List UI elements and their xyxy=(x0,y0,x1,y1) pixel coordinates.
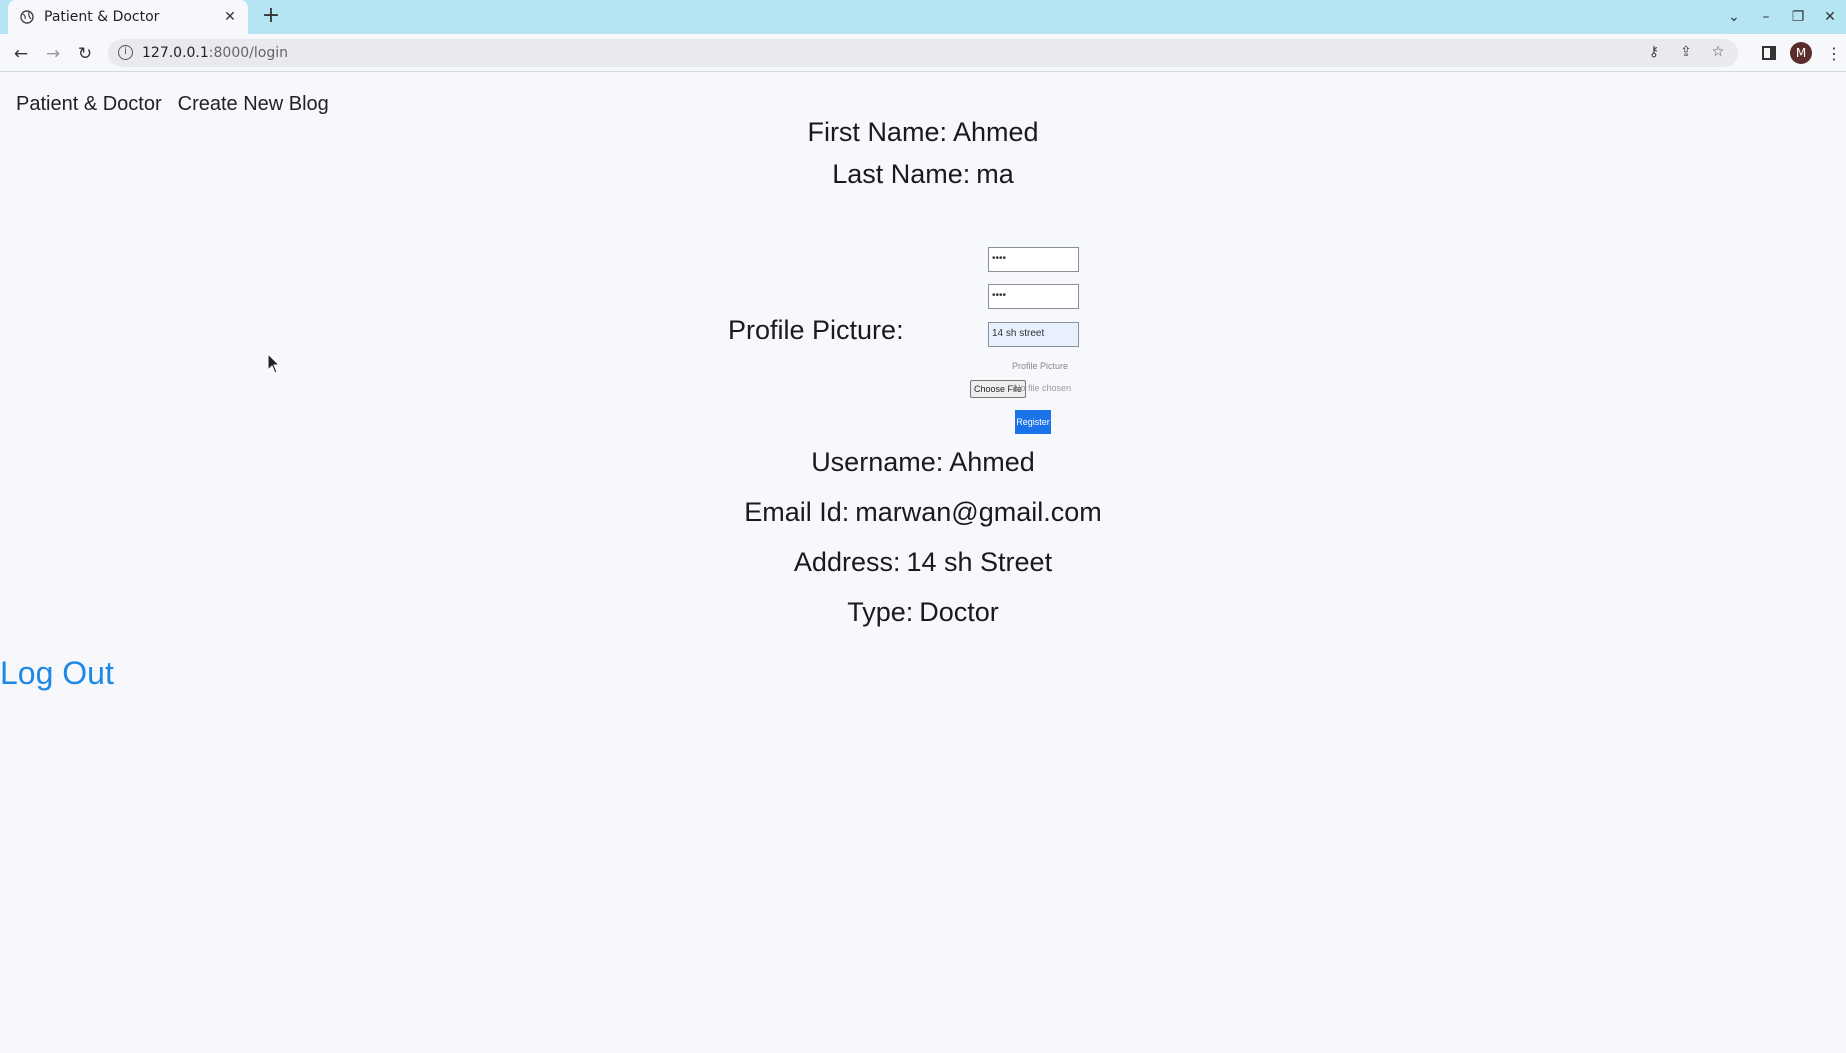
username-value: Ahmed xyxy=(949,447,1035,477)
tab-search-icon[interactable]: ⌄ xyxy=(1718,9,1750,25)
first-name-value: Ahmed xyxy=(952,117,1039,147)
page: Patient & Doctor Create New Blog First N… xyxy=(0,73,1846,1053)
embedded-register-button: Register xyxy=(1015,410,1051,434)
star-icon[interactable]: ☆ xyxy=(1710,44,1726,60)
site-info-icon[interactable]: i xyxy=(118,45,133,60)
minimize-icon[interactable]: – xyxy=(1750,9,1782,25)
last-name-value: ma xyxy=(976,159,1014,189)
type-row: Type: Doctor xyxy=(0,597,1846,628)
profile-picture-label: Profile Picture: xyxy=(728,315,904,345)
username-row: Username: Ahmed xyxy=(0,447,1846,478)
first-name-label: First Name: xyxy=(807,117,947,147)
embedded-picture-caption: Profile Picture xyxy=(1012,361,1069,371)
address-label: Address: xyxy=(793,547,901,577)
window-controls: ⌄ – ❐ ✕ xyxy=(1718,0,1846,34)
type-value: Doctor xyxy=(919,597,999,627)
key-icon[interactable]: ⚷ xyxy=(1646,44,1662,60)
last-name-label: Last Name: xyxy=(832,159,971,189)
embedded-no-file: No file chosen xyxy=(1014,383,1072,393)
restore-icon[interactable]: ❐ xyxy=(1782,9,1814,25)
back-icon[interactable]: ← xyxy=(10,43,32,65)
embedded-field-2: •••• xyxy=(988,284,1079,309)
address-value: 14 sh Street xyxy=(906,547,1053,577)
browser-tab-bar: Patient & Doctor ✕ + ⌄ – ❐ ✕ xyxy=(0,0,1846,34)
last-name-row: Last Name: ma xyxy=(0,159,1846,190)
url-host: 127.0.0.1 xyxy=(142,45,209,61)
url-path: :8000/login xyxy=(208,45,288,61)
new-tab-icon[interactable]: + xyxy=(260,5,282,28)
embedded-address-field: 14 sh street xyxy=(988,322,1079,347)
avatar[interactable]: M xyxy=(1790,42,1812,64)
window-close-icon[interactable]: ✕ xyxy=(1814,9,1846,25)
site-nav: Patient & Doctor Create New Blog xyxy=(16,93,329,116)
globe-icon xyxy=(20,10,34,24)
email-value: marwan@gmail.com xyxy=(855,497,1102,527)
nav-create-blog-link[interactable]: Create New Blog xyxy=(178,93,329,116)
forward-icon[interactable]: → xyxy=(42,43,64,65)
side-panel-icon[interactable] xyxy=(1762,46,1776,60)
email-label: Email Id: xyxy=(744,497,850,527)
embedded-field-1: •••• xyxy=(988,247,1079,272)
browser-tab[interactable]: Patient & Doctor ✕ xyxy=(8,0,248,34)
omnibox-actions: ⚷ ⇪ ☆ xyxy=(1646,44,1726,60)
tab-title: Patient & Doctor xyxy=(44,9,160,25)
type-label: Type: xyxy=(847,597,914,627)
logout-link[interactable]: Log Out xyxy=(0,655,114,692)
address-bar[interactable]: i 127.0.0.1:8000/login ⚷ ⇪ ☆ xyxy=(108,39,1738,67)
share-icon[interactable]: ⇪ xyxy=(1678,44,1694,60)
email-row: Email Id: marwan@gmail.com xyxy=(0,497,1846,528)
browser-toolbar: ← → ↻ i 127.0.0.1:8000/login ⚷ ⇪ ☆ M ⋮ xyxy=(0,34,1846,72)
address-row: Address: 14 sh Street xyxy=(0,547,1846,578)
url-text: 127.0.0.1:8000/login xyxy=(142,45,288,61)
first-name-row: First Name: Ahmed xyxy=(0,117,1846,148)
kebab-menu-icon[interactable]: ⋮ xyxy=(1826,44,1842,63)
toolbar-right: M ⋮ xyxy=(1762,42,1842,64)
tab-close-icon[interactable]: ✕ xyxy=(222,9,238,25)
nav-brand-link[interactable]: Patient & Doctor xyxy=(16,93,162,116)
username-label: Username: xyxy=(811,447,944,477)
reload-icon[interactable]: ↻ xyxy=(74,43,96,65)
